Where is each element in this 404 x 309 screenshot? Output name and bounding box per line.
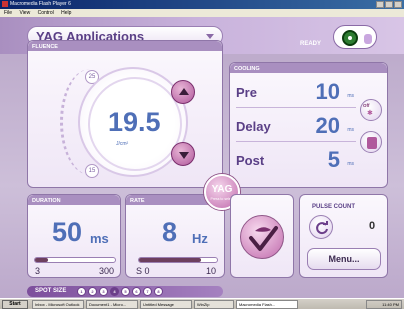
cooling-row-value[interactable]: 10 <box>316 79 340 105</box>
spray-can-icon <box>367 137 377 149</box>
spot-size-option[interactable]: 1 <box>77 287 86 296</box>
reset-count-button[interactable] <box>309 215 333 239</box>
cooling-row-value[interactable]: 20 <box>316 113 340 139</box>
rate-max: 10 <box>205 266 216 276</box>
snowflake-icon: ✱ <box>367 110 373 117</box>
cooling-row-label: Delay <box>236 119 271 134</box>
spot-size-option[interactable]: 7 <box>143 287 152 296</box>
spot-size-bar: SPOT SIZE 1 2 3 4 5 6 7 8 <box>27 286 223 297</box>
spot-size-option[interactable]: 2 <box>88 287 97 296</box>
menu-view[interactable]: View <box>19 10 30 16</box>
fluence-panel: FLUENCE 25 15 19.5 J/cm² <box>27 40 223 188</box>
taskbar-item[interactable]: Document1 - Micro... <box>86 300 138 309</box>
cooling-row-pre: Pre 10 ms <box>236 79 354 105</box>
menu-button[interactable]: Menu... <box>307 248 381 270</box>
cooling-row-post: Post 5 ms <box>236 147 354 173</box>
cooling-row-value[interactable]: 5 <box>328 147 340 173</box>
rate-slider[interactable] <box>138 257 218 263</box>
rate-slider-fill <box>139 258 202 262</box>
cooling-toggle-label: Off <box>363 103 370 108</box>
duration-slider-fill <box>35 258 48 262</box>
menu-file[interactable]: File <box>4 10 12 16</box>
duration-panel: DURATION 50 ms 3 300 <box>27 194 121 278</box>
cryogen-button[interactable] <box>360 131 382 153</box>
key-icon <box>364 34 372 44</box>
cooling-title: COOLING <box>234 66 260 72</box>
divider <box>236 107 356 108</box>
window-title: Macromedia Flash Player 6 <box>10 1 71 7</box>
window-titlebar: Macromedia Flash Player 6 <box>0 0 404 9</box>
cooling-row-unit: ms <box>347 161 354 167</box>
duration-title: DURATION <box>32 198 61 204</box>
spot-size-options: 1 2 3 4 5 6 7 8 <box>77 287 163 296</box>
fire-button[interactable] <box>240 215 284 259</box>
rate-panel: RATE 8 Hz S 0 10 <box>125 194 225 278</box>
pulse-count-panel: PULSE COUNT 0 Menu... <box>299 194 388 278</box>
rate-unit: Hz <box>192 231 208 246</box>
cooling-panel: COOLING Pre 10 ms Delay 20 ms Post 5 ms … <box>229 62 388 188</box>
checkmark-icon <box>249 226 278 251</box>
fluence-title: FLUENCE <box>32 44 58 50</box>
taskbar-item[interactable]: Untitled Message <box>140 300 192 309</box>
pulse-count-title: PULSE COUNT <box>312 204 356 210</box>
duration-min: 3 <box>35 266 41 276</box>
app-icon <box>2 1 8 7</box>
duration-value: 50 <box>52 217 83 247</box>
status-text: READY <box>300 41 322 47</box>
taskbar-tasks: Inbox - Microsoft Outlook Document1 - Mi… <box>32 300 298 309</box>
rate-value: 8 <box>162 217 178 247</box>
duration-max: 300 <box>98 266 114 276</box>
rate-title: RATE <box>130 198 145 204</box>
arrow-down-icon <box>179 152 189 159</box>
menu-control[interactable]: Control <box>38 10 54 16</box>
taskbar-item[interactable]: WinZip <box>194 300 234 309</box>
reset-icon <box>316 221 328 235</box>
duration-unit: ms <box>90 231 109 246</box>
fluence-increase-button[interactable] <box>171 80 195 104</box>
laser-control-app: YAG Applications READY FLUENCE 25 15 19.… <box>0 17 404 298</box>
close-button[interactable] <box>394 1 402 8</box>
spot-size-option[interactable]: 5 <box>121 287 130 296</box>
fluence-value: 19.5 <box>108 107 161 137</box>
arrow-up-icon <box>179 88 189 95</box>
maximize-button[interactable] <box>385 1 393 8</box>
spot-size-option[interactable]: 6 <box>132 287 141 296</box>
menu-help[interactable]: Help <box>61 10 71 16</box>
menu-bar: File View Control Help <box>0 9 404 17</box>
fluence-decrease-button[interactable] <box>171 142 195 166</box>
spot-size-option[interactable]: 8 <box>154 287 163 296</box>
divider <box>236 141 356 142</box>
cooling-row-label: Pre <box>236 85 257 100</box>
cooling-row-delay: Delay 20 ms <box>236 113 354 139</box>
duration-slider[interactable] <box>34 257 116 263</box>
chevron-down-icon <box>206 34 214 39</box>
cooling-toggle-button[interactable]: Off ✱ <box>360 99 382 121</box>
system-tray-clock: 11:40 PM <box>366 300 402 309</box>
spot-size-option[interactable]: 3 <box>99 287 108 296</box>
taskbar-item[interactable]: Inbox - Microsoft Outlook <box>32 300 84 309</box>
cooling-row-unit: ms <box>347 93 354 99</box>
taskbar-item[interactable]: Macromedia Flash... <box>236 300 298 309</box>
spot-size-option[interactable]: 4 <box>110 287 119 296</box>
scale-min-label: 15 <box>85 164 99 178</box>
rate-min: S 0 <box>136 266 150 276</box>
cooling-row-unit: ms <box>347 127 354 133</box>
cooling-row-label: Post <box>236 153 265 168</box>
fire-panel <box>230 194 294 278</box>
pulse-count-value: 0 <box>369 220 376 232</box>
eye-icon <box>342 30 358 46</box>
fluence-unit: J/cm² <box>116 141 129 147</box>
window-controls <box>376 1 402 8</box>
start-button[interactable]: Start <box>2 300 28 309</box>
spot-size-label: SPOT SIZE <box>35 288 67 294</box>
ready-indicator[interactable] <box>333 25 377 49</box>
taskbar: Start Inbox - Microsoft Outlook Document… <box>0 298 404 309</box>
minimize-button[interactable] <box>376 1 384 8</box>
